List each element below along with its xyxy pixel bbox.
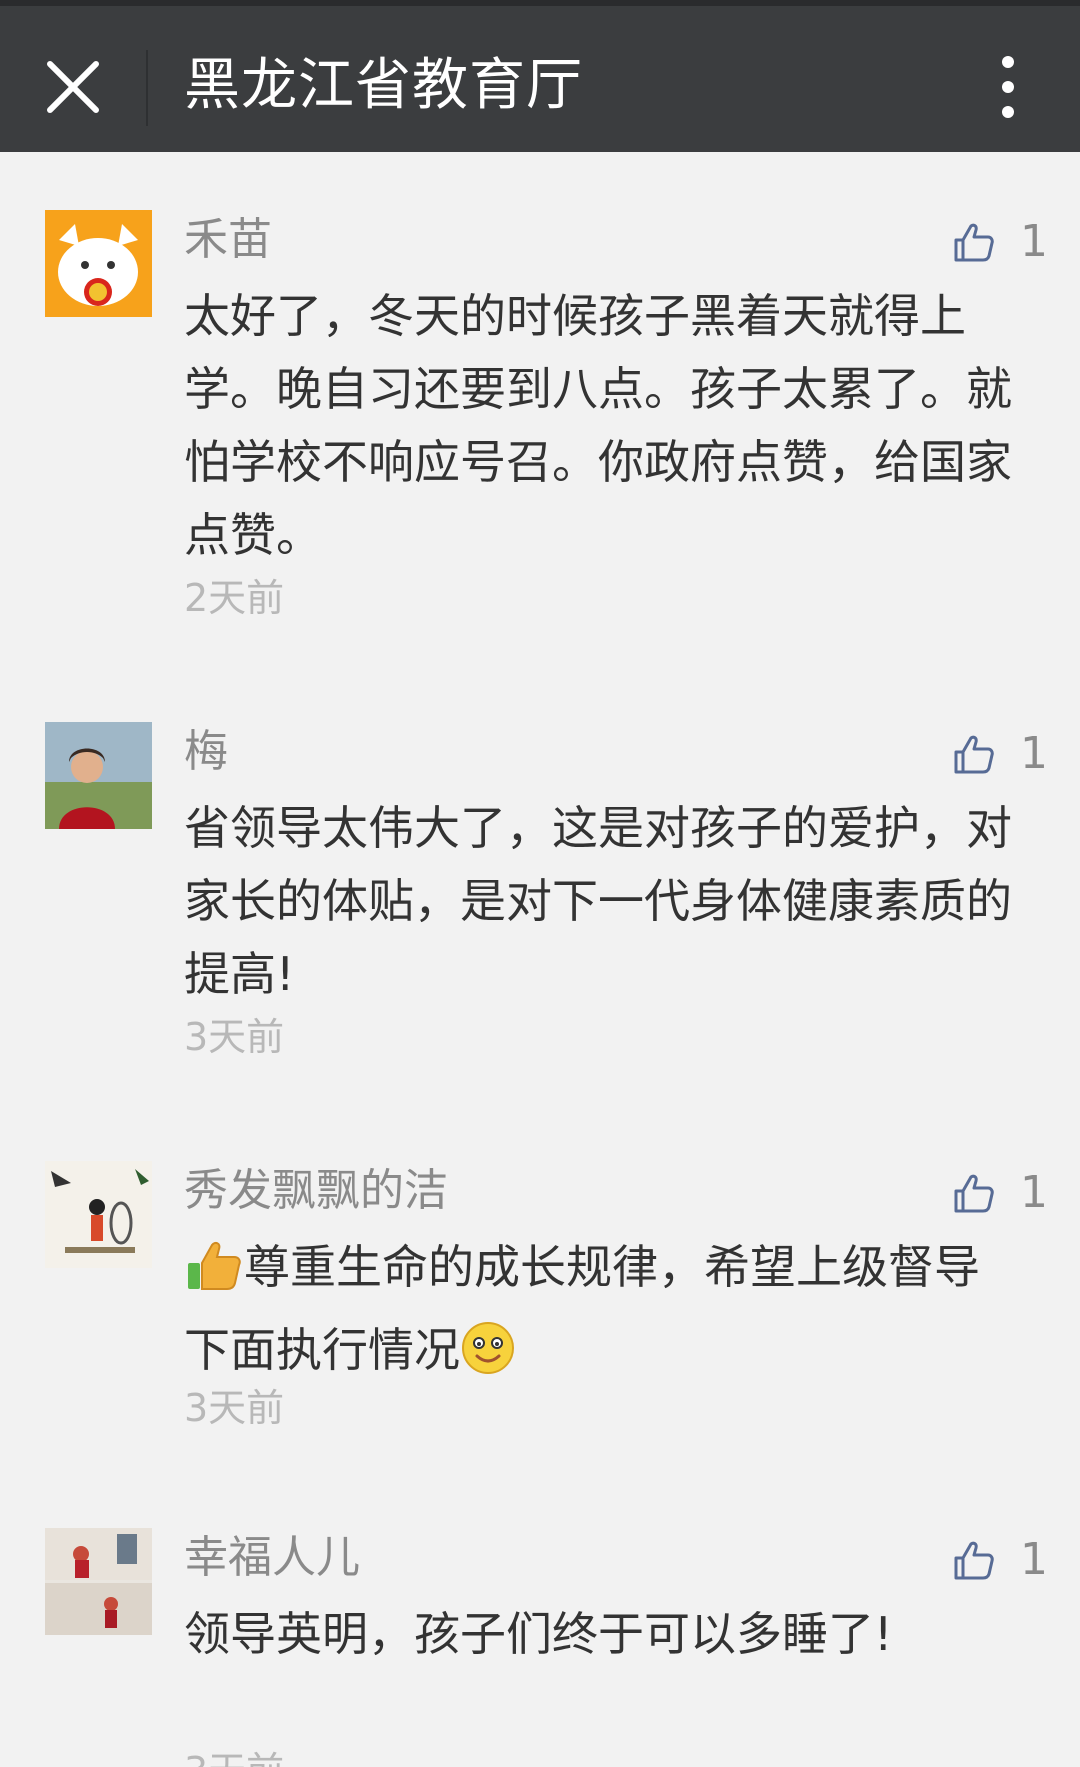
more-button[interactable] <box>984 52 1032 122</box>
top-bar: 黑龙江省教育厅 <box>0 0 1080 152</box>
like-button[interactable]: 1 <box>952 1532 1048 1588</box>
thumbs-up-emoji <box>184 1237 244 1314</box>
comment-item: 秀发飘飘的洁 1 尊重生命的成长规律，希望上级督导下面执行情况 3天前 <box>0 1161 1080 1441</box>
ink-drawing-avatar <box>45 1161 152 1268</box>
comment-text-content: 尊重生命的成长规律，希望上级督导下面执行情况 <box>184 1240 980 1377</box>
comment-text: 太好了，冬天的时候孩子黑着天就得上学。晚自习还要到八点。孩子太累了。就怕学校不响… <box>184 289 1012 562</box>
thumbs-up-icon <box>954 1541 994 1580</box>
comment-time: 2天前 <box>184 576 285 620</box>
topbar-divider <box>146 50 148 126</box>
like-count: 1 <box>1020 728 1048 779</box>
comment-nickname: 秀发飘飘的洁 <box>184 1165 448 1216</box>
comment-text: 省领导太伟大了，这是对孩子的爱护，对家长的体贴，是对下一代身体健康素质的提高! <box>184 801 1012 1001</box>
like-button[interactable]: 1 <box>952 1165 1048 1221</box>
comment-time: 3天前 <box>184 1015 285 1059</box>
comment-time: 3天前 <box>184 1746 284 1767</box>
avatar[interactable] <box>45 722 152 829</box>
thumbs-up-icon <box>954 223 994 262</box>
comment-time: 3天前 <box>184 1386 285 1430</box>
comment-item: 梅 1 省领导太伟大了，这是对孩子的爱护，对家长的体贴，是对下一代身体健康素质的… <box>0 722 1080 1062</box>
like-count: 1 <box>1020 1167 1048 1218</box>
close-icon <box>47 61 99 113</box>
page-title: 黑龙江省教育厅 <box>184 53 583 118</box>
avatar[interactable] <box>45 210 152 317</box>
comment-nickname: 幸福人儿 <box>184 1532 360 1583</box>
avatar[interactable] <box>45 1161 152 1268</box>
more-vertical-icon <box>1002 56 1014 118</box>
smile-emoji <box>460 1320 516 1397</box>
comment-item: 幸福人儿 1 领导英明，孩子们终于可以多睡了! 3天前 <box>0 1528 1080 1767</box>
like-count: 1 <box>1020 1534 1048 1585</box>
comment-nickname: 禾苗 <box>184 214 272 265</box>
collage-avatar <box>45 1528 152 1635</box>
like-count: 1 <box>1020 216 1048 267</box>
thumbs-up-icon <box>954 1174 994 1213</box>
person-avatar <box>45 722 152 829</box>
comment-nickname: 梅 <box>184 726 228 777</box>
comment-item: 禾苗 1 太好了，冬天的时候孩子黑着天就得上学。晚自习还要到八点。孩子太累了。就… <box>0 210 1080 630</box>
lucky-cat-avatar <box>45 210 152 317</box>
thumbs-up-icon <box>954 735 994 774</box>
avatar[interactable] <box>45 1528 152 1635</box>
comment-text: 尊重生命的成长规律，希望上级督导下面执行情况 <box>184 1231 1020 1397</box>
comment-text: 领导英明，孩子们终于可以多睡了! <box>184 1607 893 1661</box>
like-button[interactable]: 1 <box>952 214 1048 270</box>
like-button[interactable]: 1 <box>952 726 1048 782</box>
close-button[interactable] <box>40 54 106 120</box>
